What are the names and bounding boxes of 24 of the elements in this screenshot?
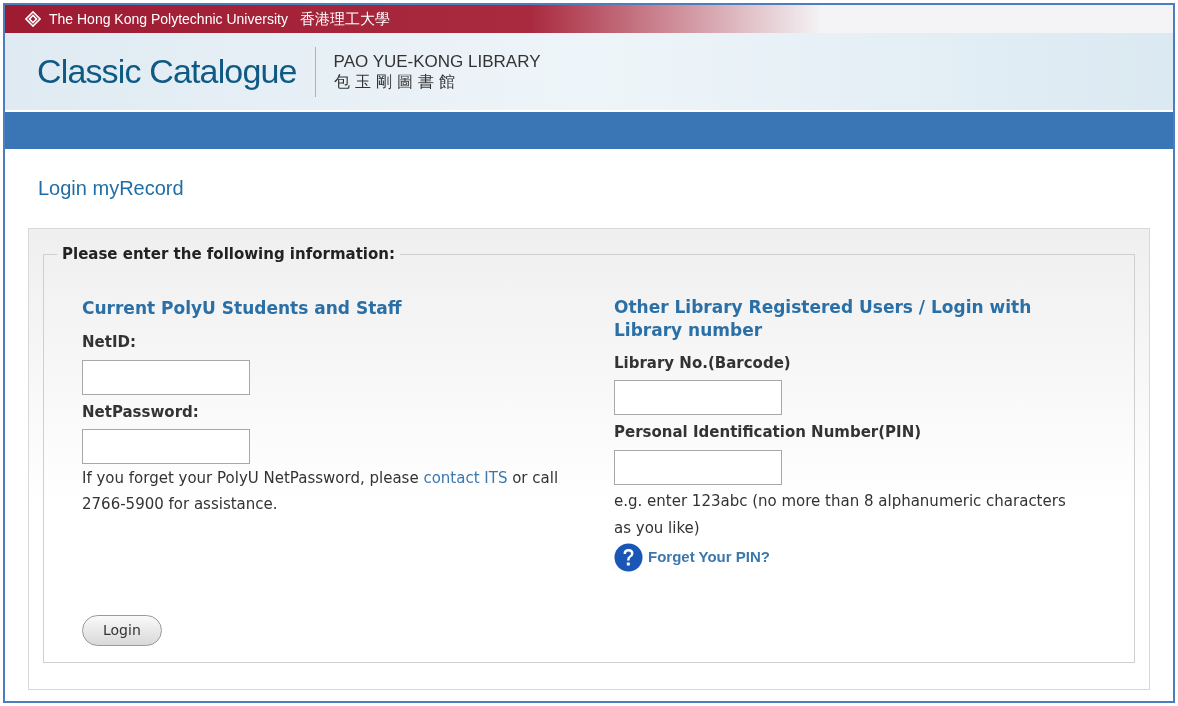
- page-title: Login myRecord: [38, 176, 185, 201]
- university-name: The Hong Kong Polytechnic University: [49, 9, 288, 29]
- input-field[interactable]: [82, 359, 250, 395]
- section-heading: Current PolyU Students and Staff: [82, 296, 403, 320]
- help-icon[interactable]: [614, 542, 643, 572]
- catalogue-logo: Classic Catalogue: [37, 51, 297, 92]
- login-button[interactable]: Login: [82, 615, 162, 646]
- section-heading: Other Library Registered Users / Login with Library number: [614, 295, 1033, 342]
- field-label: Library No.(Barcode): [614, 352, 792, 374]
- university-logo-icon: [25, 11, 41, 27]
- library-name: PAO YUE-KONG LIBRARY: [333, 50, 541, 73]
- field-label: NetPassword:: [82, 401, 200, 423]
- input-field[interactable]: [82, 429, 250, 464]
- pin-hint: e.g. enter 123abc (no more than 8 alphanumeric characters as you like): [614, 490, 1067, 539]
- input-field[interactable]: [614, 380, 782, 415]
- input-field[interactable]: [614, 449, 782, 485]
- field-label: NetID:: [82, 332, 137, 353]
- library-name-chinese: 包 玉 剛 圖 書 館: [333, 72, 456, 93]
- contact-link[interactable]: contact ITS: [423, 469, 508, 487]
- field-label: Personal Identification Number(PIN): [614, 422, 923, 443]
- university-name-chinese: 香港理工大學: [299, 8, 390, 30]
- forgot-pin-link[interactable]: Forget Your PIN?: [648, 545, 770, 569]
- help-text: If you forget your PolyU NetPassword, please contact ITS or call 2766-5900 for assistance.: [82, 468, 560, 515]
- form-legend: Please enter the following information:: [57, 243, 400, 266]
